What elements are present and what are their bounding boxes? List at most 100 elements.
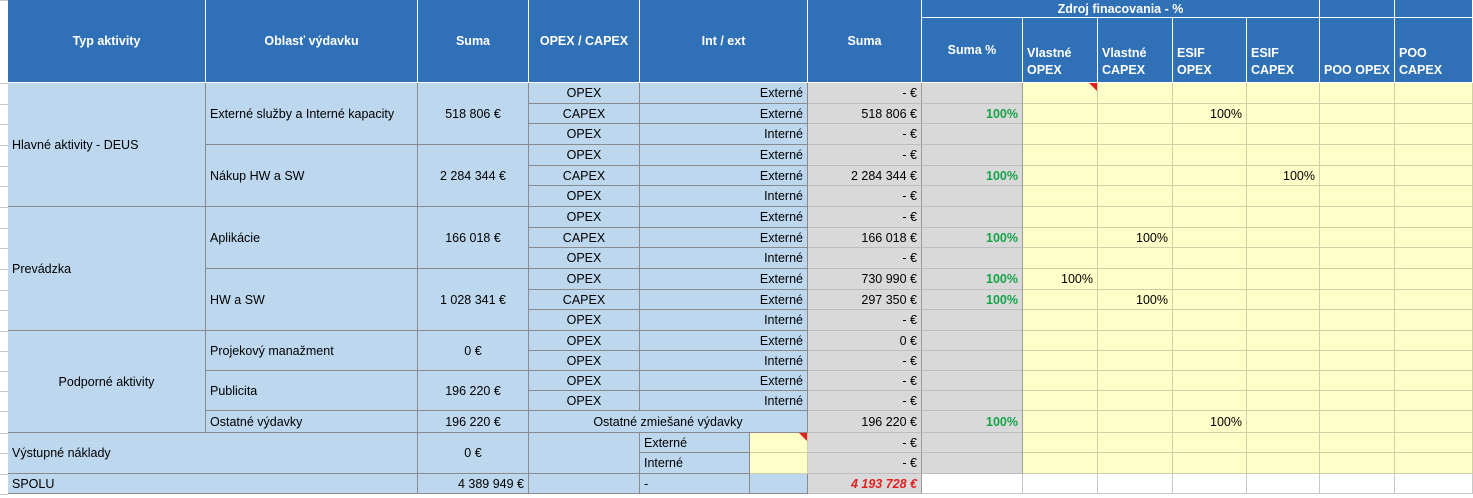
cell-int-ext[interactable]: Externé bbox=[640, 83, 808, 104]
cell-vlastne-capex[interactable] bbox=[1098, 124, 1173, 145]
vystupne-naklady-label[interactable]: Výstupné náklady bbox=[8, 433, 418, 474]
vystupne-opex-capex[interactable] bbox=[529, 433, 640, 474]
group-prevadzka[interactable]: Prevádzka bbox=[8, 207, 206, 331]
cell-poo-capex[interactable] bbox=[1395, 124, 1473, 145]
cell-int-ext[interactable]: Externé bbox=[640, 290, 808, 310]
cell-suma-percent[interactable] bbox=[922, 371, 1023, 391]
area-suma[interactable]: 518 806 € bbox=[418, 83, 529, 145]
cell-esif-opex[interactable] bbox=[1173, 228, 1247, 248]
vystupne-source-cell[interactable] bbox=[1098, 433, 1173, 453]
header-poo-opex[interactable]: POO OPEX bbox=[1320, 18, 1395, 83]
cell-opex-capex[interactable]: OPEX bbox=[529, 83, 640, 104]
cell-esif-capex[interactable]: 100% bbox=[1247, 166, 1320, 186]
cell-opex-capex[interactable]: OPEX bbox=[529, 145, 640, 166]
cell-vlastne-opex[interactable] bbox=[1023, 248, 1098, 269]
vystupne-suma-percent[interactable] bbox=[922, 433, 1023, 453]
cell-esif-capex[interactable] bbox=[1247, 124, 1320, 145]
cell-poo-capex[interactable] bbox=[1395, 145, 1473, 166]
area-aplikacie[interactable]: Aplikácie bbox=[206, 207, 418, 269]
cell-suma-percent[interactable] bbox=[922, 248, 1023, 269]
cell-vlastne-capex[interactable]: 100% bbox=[1098, 228, 1173, 248]
cell-poo-opex[interactable] bbox=[1320, 371, 1395, 391]
cell-suma[interactable]: - € bbox=[808, 207, 922, 228]
header-vlastne-opex[interactable]: Vlastné OPEX bbox=[1023, 18, 1098, 83]
header-suma-2[interactable]: Suma bbox=[808, 0, 922, 83]
cell-poo-capex[interactable] bbox=[1395, 248, 1473, 269]
cell-vlastne-opex[interactable] bbox=[1023, 351, 1098, 371]
spolu-label[interactable]: SPOLU bbox=[8, 474, 418, 494]
cell-suma[interactable]: - € bbox=[808, 248, 922, 269]
cell-esif-opex[interactable] bbox=[1173, 145, 1247, 166]
vystupne-source-cell[interactable] bbox=[1395, 433, 1473, 453]
cell-suma[interactable]: - € bbox=[808, 145, 922, 166]
cell-int-ext[interactable]: Interné bbox=[640, 248, 808, 269]
cell-suma[interactable]: - € bbox=[808, 371, 922, 391]
cell-opex-capex[interactable]: CAPEX bbox=[529, 228, 640, 248]
cell-suma[interactable]: 730 990 € bbox=[808, 269, 922, 290]
cell-esif-opex[interactable] bbox=[1173, 269, 1247, 290]
cell-vlastne-capex[interactable] bbox=[1098, 371, 1173, 391]
vystupne-source-cell[interactable] bbox=[1320, 433, 1395, 453]
spolu-cell[interactable] bbox=[1173, 474, 1247, 494]
spolu-cell[interactable] bbox=[1023, 474, 1098, 494]
vystupne-source-cell[interactable] bbox=[1173, 453, 1247, 474]
vystupne-source-cell[interactable] bbox=[1023, 453, 1098, 474]
cell-suma-percent[interactable] bbox=[922, 124, 1023, 145]
area-hw-a-sw[interactable]: HW a SW bbox=[206, 269, 418, 331]
spolu-suma-2[interactable]: 4 193 728 € bbox=[808, 474, 922, 494]
cell-vlastne-opex[interactable] bbox=[1023, 145, 1098, 166]
cell-suma-percent[interactable] bbox=[922, 310, 1023, 331]
cell-opex-capex[interactable]: OPEX bbox=[529, 207, 640, 228]
cell-vlastne-capex[interactable] bbox=[1098, 269, 1173, 290]
group-podporne-aktivity[interactable]: Podporné aktivity bbox=[8, 331, 206, 433]
area-suma[interactable]: 2 284 344 € bbox=[418, 145, 529, 207]
cell-vlastne-opex[interactable]: 100% bbox=[1023, 269, 1098, 290]
cell-suma[interactable]: 2 284 344 € bbox=[808, 166, 922, 186]
cell-poo-opex[interactable] bbox=[1320, 104, 1395, 124]
cell-suma[interactable]: 297 350 € bbox=[808, 290, 922, 310]
header-suma[interactable]: Suma bbox=[418, 0, 529, 83]
cell-esif-capex[interactable] bbox=[1247, 331, 1320, 351]
header-blank-2[interactable] bbox=[1395, 0, 1473, 18]
header-int-ext[interactable]: Int / ext bbox=[640, 0, 808, 83]
cell-opex-capex[interactable]: OPEX bbox=[529, 371, 640, 391]
comment-flag-icon[interactable] bbox=[1089, 83, 1097, 91]
cell-vlastne-capex[interactable] bbox=[1098, 166, 1173, 186]
area-suma[interactable]: 166 018 € bbox=[418, 207, 529, 269]
cell-opex-capex[interactable]: OPEX bbox=[529, 391, 640, 411]
cell-int-ext[interactable]: Interné bbox=[640, 186, 808, 207]
cell-esif-capex[interactable] bbox=[1247, 290, 1320, 310]
cell-esif-capex[interactable] bbox=[1247, 248, 1320, 269]
cell-opex-capex[interactable]: CAPEX bbox=[529, 104, 640, 124]
cell-int-ext[interactable]: Externé bbox=[640, 104, 808, 124]
cell-vlastne-capex[interactable] bbox=[1098, 310, 1173, 331]
vystupne-source-cell[interactable] bbox=[1320, 453, 1395, 474]
cell-esif-opex[interactable] bbox=[1173, 166, 1247, 186]
cell-vlastne-capex[interactable] bbox=[1098, 391, 1173, 411]
header-oblast-vydavku[interactable]: Oblasť výdavku bbox=[206, 0, 418, 83]
vystupne-source-cell[interactable] bbox=[1247, 433, 1320, 453]
cell-suma-percent[interactable] bbox=[922, 391, 1023, 411]
cell-suma[interactable]: 0 € bbox=[808, 331, 922, 351]
cell-poo-opex[interactable] bbox=[1320, 290, 1395, 310]
vystupne-source-cell[interactable] bbox=[1173, 433, 1247, 453]
spolu-cell[interactable] bbox=[1098, 474, 1173, 494]
cell-poo-capex[interactable] bbox=[1395, 371, 1473, 391]
cell-suma[interactable]: 166 018 € bbox=[808, 228, 922, 248]
cell-poo-opex[interactable] bbox=[1320, 331, 1395, 351]
area-ostatne-vydavky[interactable]: Ostatné výdavky bbox=[206, 411, 418, 433]
cell-suma[interactable]: - € bbox=[808, 351, 922, 371]
cell-poo-opex[interactable] bbox=[1320, 186, 1395, 207]
cell-int-ext[interactable]: Interné bbox=[640, 310, 808, 331]
cell-int-ext[interactable]: Interné bbox=[640, 391, 808, 411]
header-opex-capex[interactable]: OPEX / CAPEX bbox=[529, 0, 640, 83]
ostatne-poo-capex[interactable] bbox=[1395, 411, 1473, 433]
cell-poo-opex[interactable] bbox=[1320, 166, 1395, 186]
cell-poo-capex[interactable] bbox=[1395, 391, 1473, 411]
cell-poo-capex[interactable] bbox=[1395, 166, 1473, 186]
cell-poo-capex[interactable] bbox=[1395, 104, 1473, 124]
cell-poo-capex[interactable] bbox=[1395, 186, 1473, 207]
cell-poo-capex[interactable] bbox=[1395, 331, 1473, 351]
header-poo-capex[interactable]: POO CAPEX bbox=[1395, 18, 1473, 83]
cell-suma[interactable]: - € bbox=[808, 391, 922, 411]
